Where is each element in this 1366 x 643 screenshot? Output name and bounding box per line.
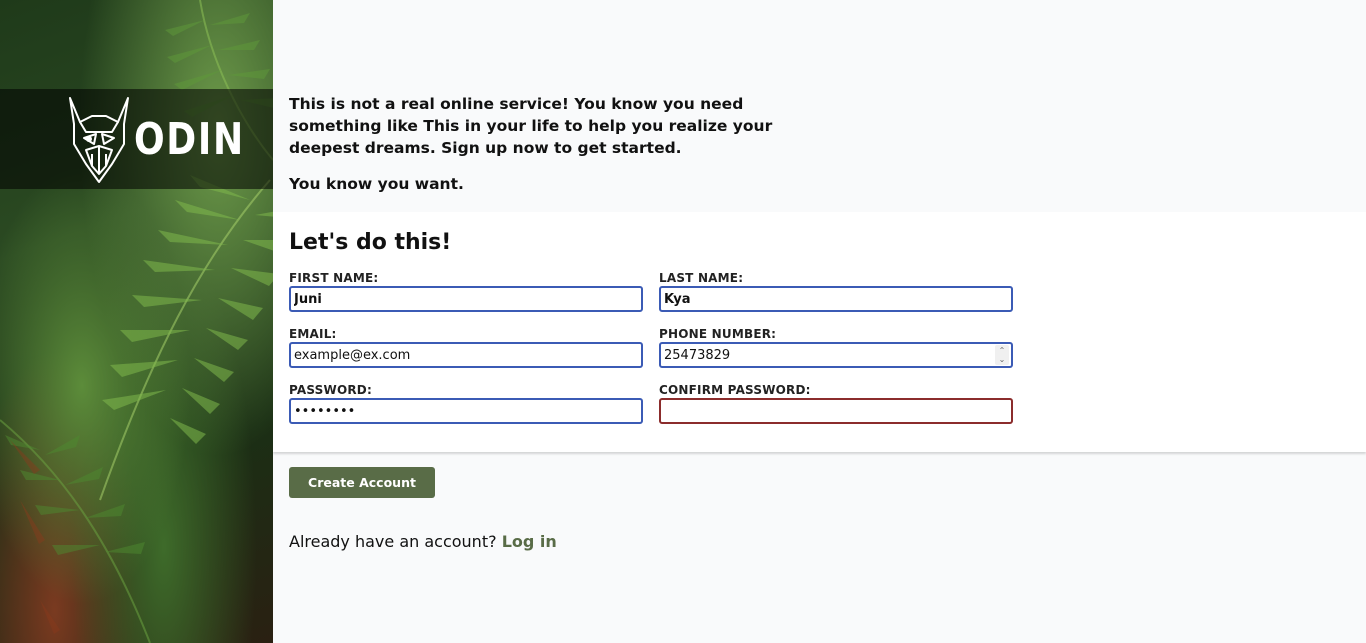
phone-input[interactable]	[659, 342, 1013, 368]
password-field-group: PASSWORD:	[289, 383, 643, 424]
login-link[interactable]: Log in	[502, 532, 557, 551]
fern-background-image: ODIN	[0, 0, 273, 643]
spinner-down-icon[interactable]: ⌄	[999, 355, 1006, 364]
odin-logo: ODIN	[66, 94, 269, 184]
intro-subtext: You know you want.	[289, 175, 464, 193]
password-label: PASSWORD:	[289, 383, 372, 397]
phone-field-group: PHONE NUMBER: ⌃ ⌄	[659, 327, 1013, 368]
signup-form: Let's do this! FIRST NAME: LAST NAME: EM…	[273, 212, 1366, 452]
intro-section: This is not a real online service! You k…	[273, 0, 1366, 212]
form-actions: Create Account Already have an account? …	[273, 452, 1366, 551]
email-field-group: EMAIL:	[289, 327, 643, 368]
viking-helmet-icon	[69, 97, 129, 183]
confirm-password-input[interactable]	[659, 398, 1013, 424]
create-account-button[interactable]: Create Account	[289, 467, 435, 498]
login-prompt-text: Already have an account?	[289, 532, 497, 551]
main-content: This is not a real online service! You k…	[273, 0, 1366, 643]
last-name-input[interactable]	[659, 286, 1013, 312]
spinner-up-icon[interactable]: ⌃	[999, 346, 1006, 355]
first-name-input[interactable]	[289, 286, 643, 312]
first-name-field-group: FIRST NAME:	[289, 271, 643, 312]
phone-input-wrapper: ⌃ ⌄	[659, 342, 1013, 368]
first-name-label: FIRST NAME:	[289, 271, 379, 285]
last-name-label: LAST NAME:	[659, 271, 744, 285]
signup-page: ODIN This is not a real online service! …	[0, 0, 1366, 643]
password-input[interactable]	[289, 398, 643, 424]
email-label: EMAIL:	[289, 327, 337, 341]
form-heading: Let's do this!	[289, 230, 452, 255]
confirm-password-label: CONFIRM PASSWORD:	[659, 383, 811, 397]
login-prompt: Already have an account? Log in	[289, 532, 1350, 551]
confirm-password-field-group: CONFIRM PASSWORD:	[659, 383, 1013, 424]
form-fields: FIRST NAME: LAST NAME: EMAIL: PHONE NUMB…	[289, 271, 1350, 424]
last-name-field-group: LAST NAME:	[659, 271, 1013, 312]
number-spinner-icon[interactable]: ⌃ ⌄	[995, 345, 1009, 365]
logo-wordmark: ODIN	[134, 113, 245, 165]
intro-text: This is not a real online service! You k…	[289, 95, 773, 157]
logo-band: ODIN	[0, 89, 273, 189]
email-input[interactable]	[289, 342, 643, 368]
phone-label: PHONE NUMBER:	[659, 327, 777, 341]
